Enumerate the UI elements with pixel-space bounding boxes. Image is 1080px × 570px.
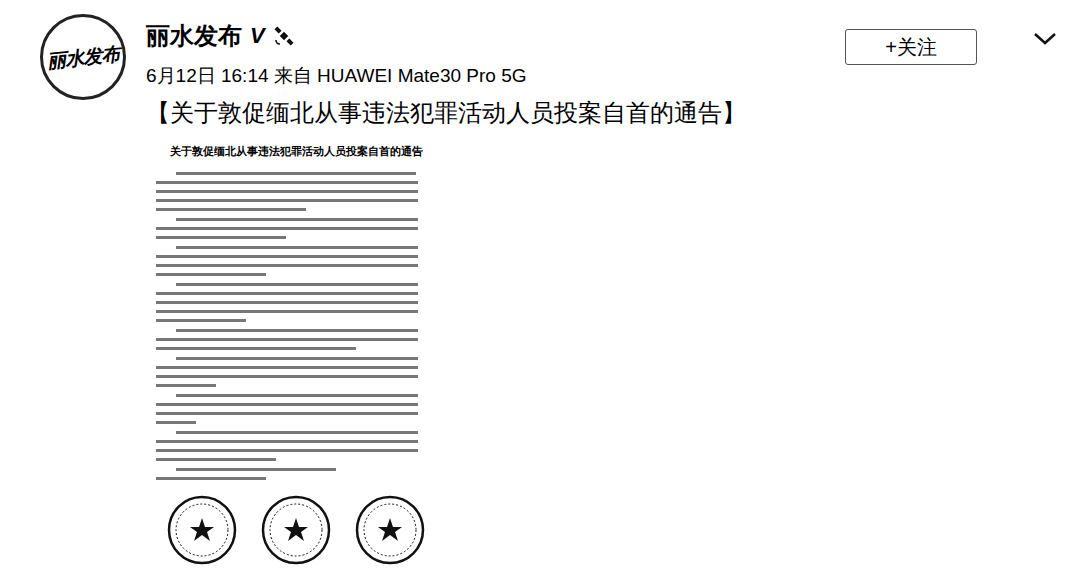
document-paragraph <box>156 329 436 350</box>
follow-button[interactable]: +关注 <box>845 29 977 65</box>
document-line <box>176 357 418 360</box>
document-line <box>156 264 418 267</box>
document-line <box>156 255 418 258</box>
document-line <box>156 199 418 202</box>
seal-icon <box>166 494 238 566</box>
document-paragraph <box>156 394 436 424</box>
document-line <box>156 458 276 461</box>
document-line <box>156 403 418 406</box>
seal-icon <box>354 494 426 566</box>
verified-badge: V <box>250 20 265 52</box>
document-paragraph <box>156 283 436 322</box>
document-line <box>156 236 286 239</box>
document-line <box>156 449 418 452</box>
document-body <box>156 172 436 480</box>
document-line <box>156 440 418 443</box>
document-line <box>156 477 266 480</box>
document-paragraph <box>156 172 436 211</box>
document-line <box>156 366 418 369</box>
weibo-post: 丽水发布丽水发布V6月12日 16:14 来自 HUAWEI Mate30 Pr… <box>0 0 1080 570</box>
document-line <box>176 394 418 397</box>
document-line <box>156 292 418 295</box>
post-title: 【关于敦促缅北从事违法犯罪活动人员投案自首的通告】 <box>146 98 845 128</box>
document-seals <box>166 494 426 566</box>
post-meta: 6月12日 16:14 来自 HUAWEI Mate30 Pro 5G <box>146 64 845 88</box>
document-line <box>156 301 418 304</box>
header-actions: +关注 <box>845 0 1080 570</box>
document-line <box>156 338 418 341</box>
document-line <box>156 375 418 378</box>
document-line <box>176 329 418 332</box>
document-line <box>156 227 418 230</box>
document-line <box>176 172 416 175</box>
satellite-icon <box>273 25 295 47</box>
document-line <box>176 468 336 471</box>
document-line <box>156 421 196 424</box>
document-line <box>156 319 246 322</box>
document-line <box>176 246 418 249</box>
document-line <box>156 181 418 184</box>
document-paragraph <box>156 218 436 239</box>
post-body: 丽水发布V 6月12日 16:14 来自 HUAWEI Mate30 Pro 5G… <box>126 0 845 570</box>
avatar-column: 丽水发布 <box>0 0 126 570</box>
document-title: 关于敦促缅北从事违法犯罪活动人员投案自首的通告 <box>170 144 423 158</box>
document-line <box>156 347 356 350</box>
document-line <box>156 412 418 415</box>
document-line <box>156 190 418 193</box>
document-line <box>176 431 418 434</box>
document-paragraph <box>156 357 436 387</box>
document-line <box>176 283 418 286</box>
document-paragraph <box>156 246 436 276</box>
document-paragraph <box>156 468 436 480</box>
author-name[interactable]: 丽水发布 <box>146 20 242 52</box>
chevron-down-icon[interactable] <box>1032 31 1058 47</box>
document-paragraph <box>156 431 436 461</box>
document-image[interactable]: 关于敦促缅北从事违法犯罪活动人员投案自首的通告 <box>146 136 446 570</box>
author-row: 丽水发布V <box>146 20 845 52</box>
avatar[interactable]: 丽水发布 <box>40 14 126 100</box>
document-line <box>156 273 266 276</box>
document-line <box>156 384 216 387</box>
document-line <box>176 218 418 221</box>
document-line <box>156 208 306 211</box>
seal-icon <box>260 494 332 566</box>
document-line <box>156 310 418 313</box>
